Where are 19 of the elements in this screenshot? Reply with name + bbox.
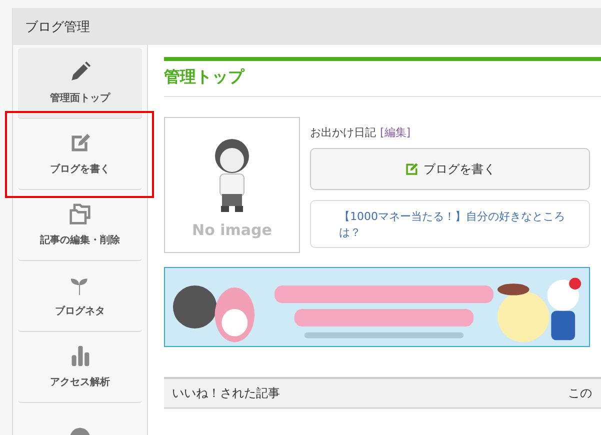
section-title: いいね！された記事 xyxy=(172,384,280,402)
sidebar-item[interactable]: ブログを書く xyxy=(18,119,142,190)
folders-icon xyxy=(69,203,91,225)
bar-chart-icon xyxy=(69,345,91,367)
edit-icon xyxy=(404,162,418,176)
topic-link[interactable]: 【1000マネー当たる！】自分の好きなところは？ xyxy=(339,209,577,241)
write-blog-button[interactable]: ブログを書く xyxy=(310,148,590,190)
edit-icon xyxy=(69,132,91,154)
section-heading: 管理トップ xyxy=(164,57,601,97)
pencil-icon xyxy=(69,61,91,83)
panel-title: ブログ管理 xyxy=(25,18,90,36)
edit-link[interactable]: [編集] xyxy=(380,125,411,140)
blog-name: お出かけ日記 xyxy=(310,125,376,140)
sidebar-item[interactable]: 記事の編集・削除 xyxy=(18,190,142,261)
section-label: この xyxy=(568,384,592,402)
sidebar-item[interactable]: 管理面トップ xyxy=(18,48,142,119)
sidebar-item[interactable]: ブログネタ xyxy=(18,261,142,332)
sidebar-item[interactable]: アクセス解析 xyxy=(18,332,142,403)
no-image-label: No image xyxy=(192,221,272,239)
